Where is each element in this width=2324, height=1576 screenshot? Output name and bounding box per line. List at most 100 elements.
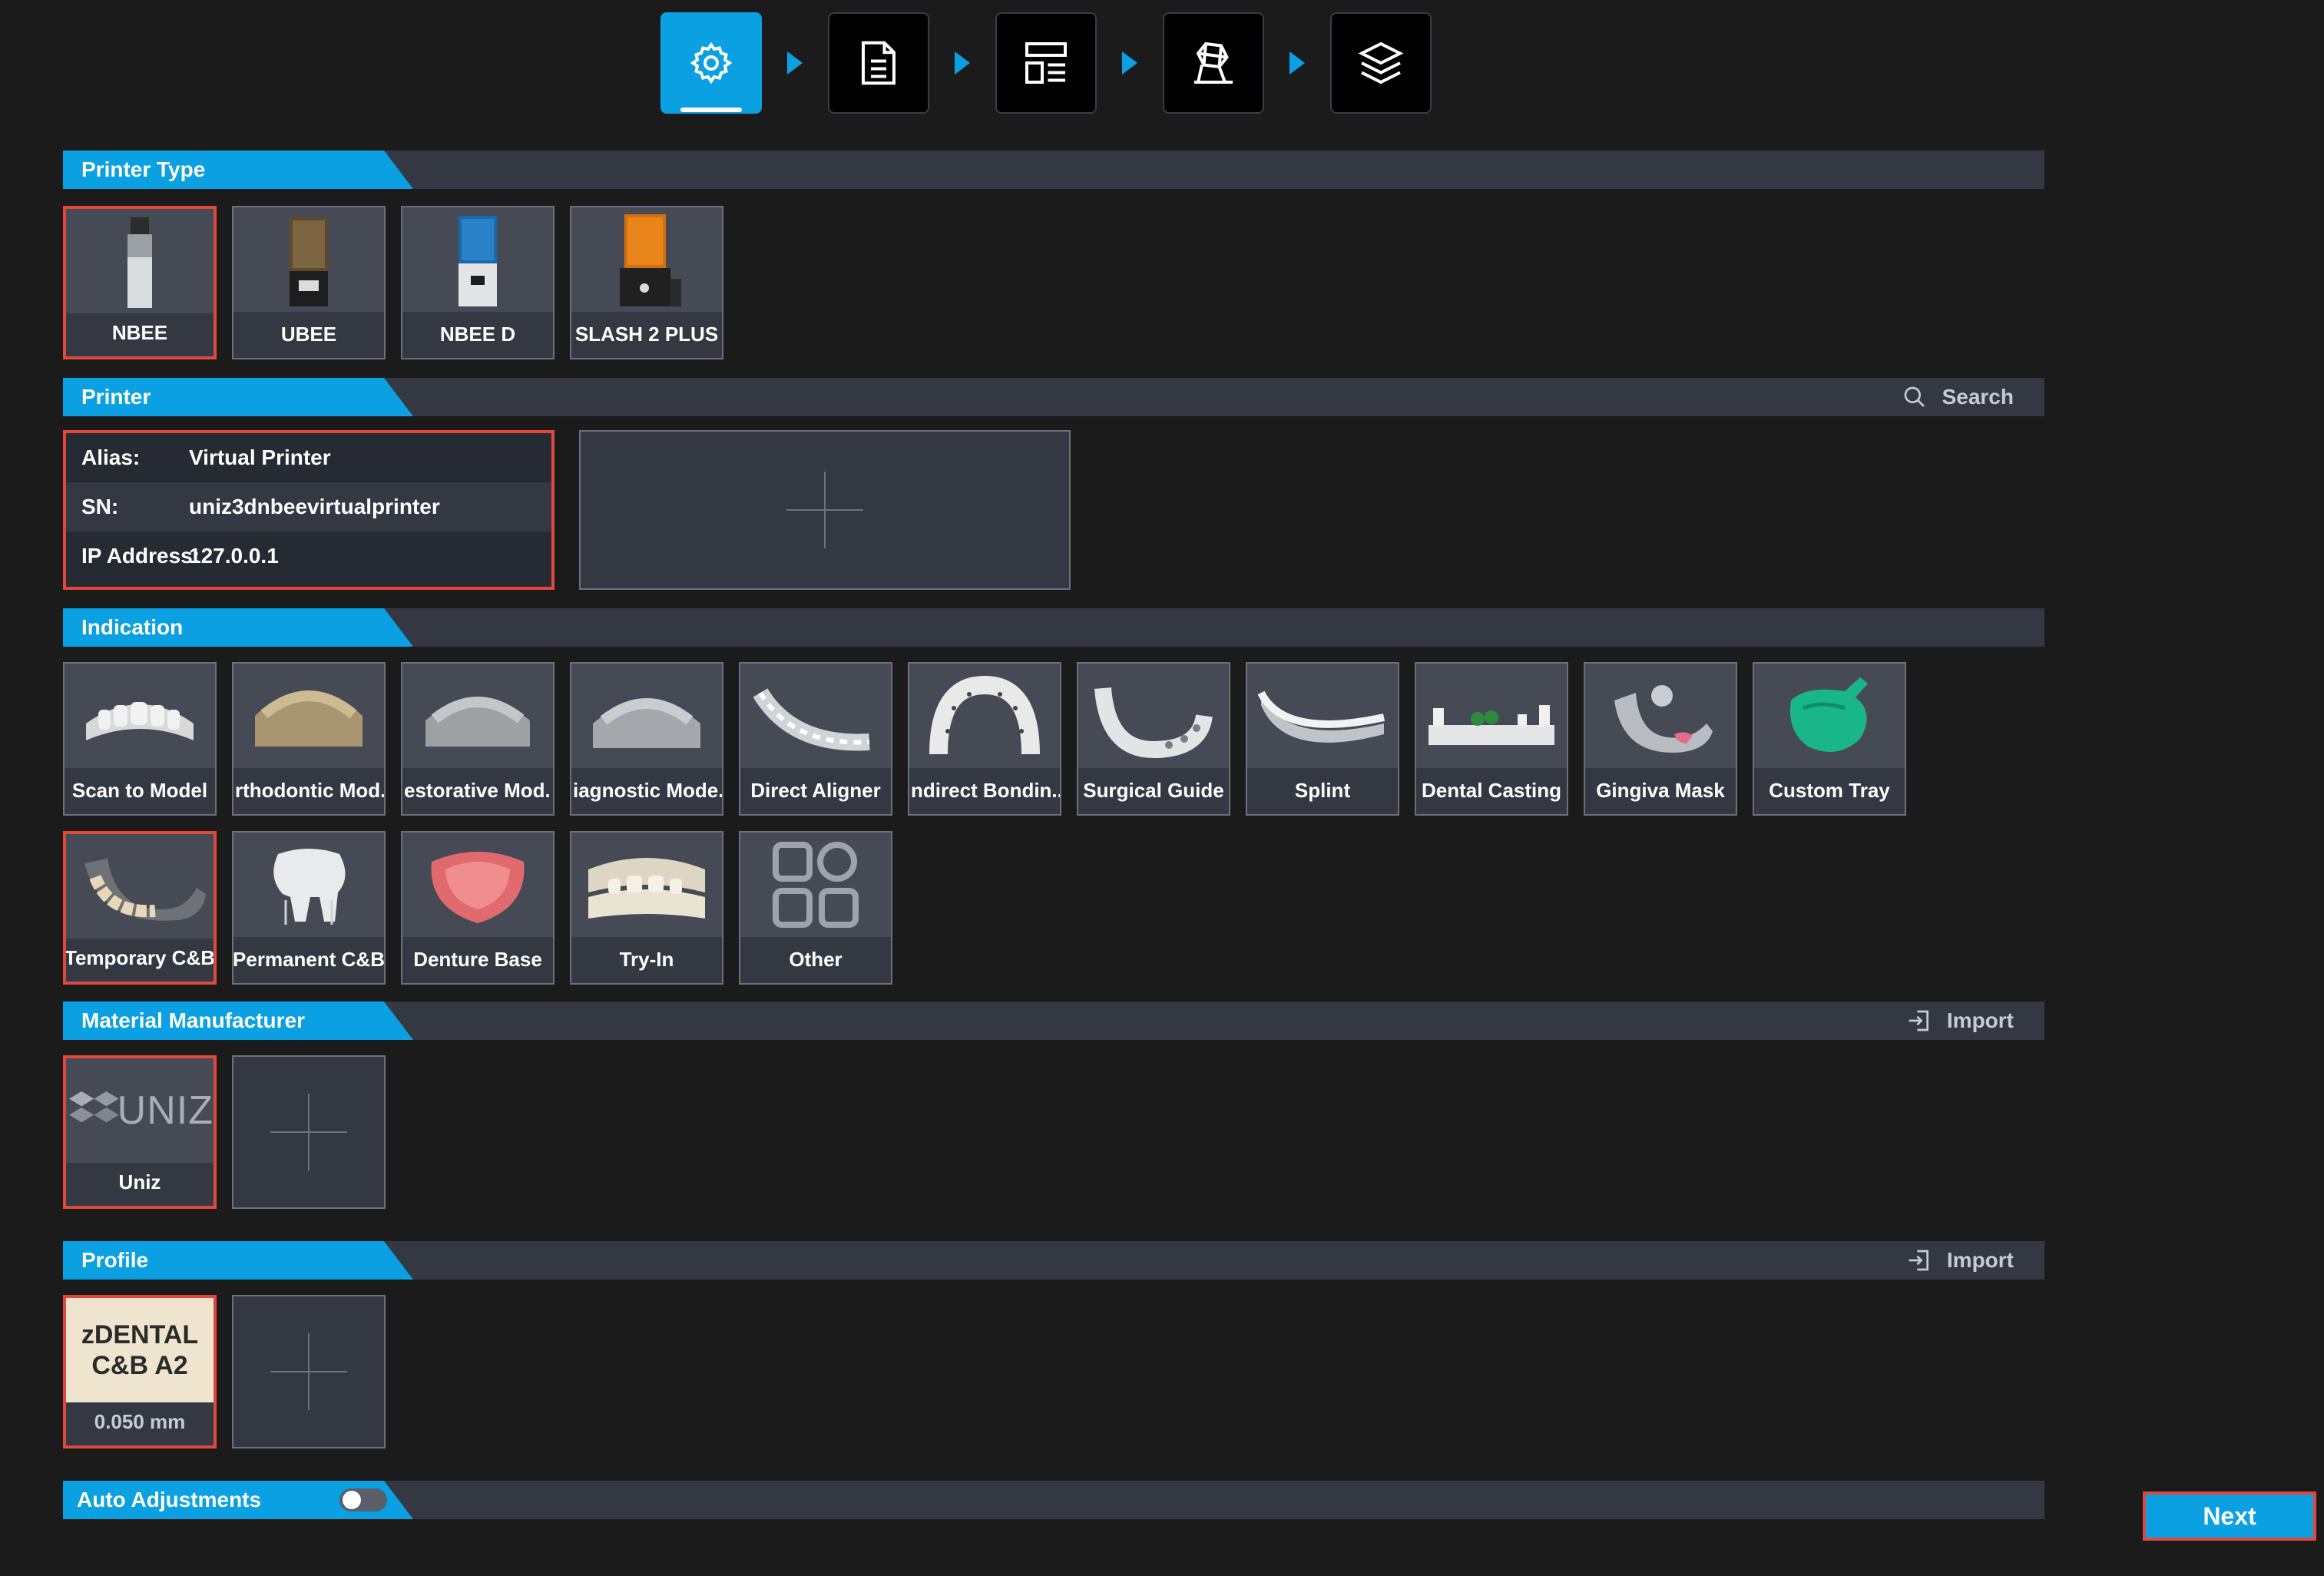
step-arrow — [1264, 51, 1330, 74]
indication-thumbnail — [1078, 664, 1229, 768]
indication-label: Permanent C&B — [233, 947, 384, 971]
printer-thumbnail — [233, 207, 384, 312]
step-file[interactable] — [828, 12, 929, 114]
step-layout[interactable] — [995, 12, 1097, 114]
indication-gingiva-mask[interactable]: Gingiva Mask — [1584, 662, 1737, 816]
profile-thickness: 0.050 mm — [94, 1409, 186, 1433]
indication-restorative-model[interactable]: estorative Mod. — [401, 662, 555, 816]
manufacturer-label: Uniz — [118, 1170, 161, 1194]
import-label: Import — [1946, 1248, 2014, 1272]
uniz-logo-text: UNIZ — [117, 1088, 214, 1133]
step-arrow — [929, 51, 995, 74]
import-icon — [1909, 1010, 1928, 1031]
step-bar — [660, 12, 1432, 114]
settings-icon — [690, 41, 733, 84]
search-button[interactable]: Search — [1902, 378, 2014, 416]
import-profile-button[interactable]: Import — [1907, 1241, 2014, 1280]
printer-type-slash-2-plus[interactable]: SLASH 2 PLUS — [570, 206, 723, 359]
profile-thumbnail: zDENTAL C&B A2 — [66, 1298, 214, 1402]
section-printer: Printer Search — [63, 378, 2044, 416]
indication-surgical-guide[interactable]: Surgical Guide — [1077, 662, 1230, 816]
sn-value: uniz3dnbeevirtualprinter — [189, 495, 440, 518]
printer-card-virtual-printer[interactable]: Alias: Virtual Printer SN: uniz3dnbeevir… — [63, 430, 555, 590]
indication-direct-aligner[interactable]: Direct Aligner — [739, 662, 892, 816]
indication-splint[interactable]: Splint — [1246, 662, 1399, 816]
section-title: Printer — [81, 385, 151, 409]
profile-name-line1: zDENTAL — [81, 1320, 199, 1349]
indication-label: iagnostic Mode. — [573, 778, 722, 802]
indication-label: Other — [789, 947, 843, 971]
printer-ip-row: IP Address: 127.0.0.1 — [66, 531, 551, 581]
plus-icon — [270, 1333, 347, 1410]
printer-type-ubee[interactable]: UBEE — [232, 206, 386, 359]
add-profile-button[interactable] — [232, 1295, 386, 1449]
add-manufacturer-button[interactable] — [232, 1055, 386, 1209]
profile-zdental-cb-a2[interactable]: zDENTAL C&B A2 0.050 mm — [63, 1295, 217, 1449]
section-title: Profile — [81, 1248, 149, 1272]
printer-type-label: SLASH 2 PLUS — [574, 322, 719, 346]
profile-name-line2: C&B A2 — [91, 1351, 188, 1380]
indication-label: Try-In — [619, 947, 674, 971]
indication-thumbnail — [740, 664, 891, 768]
indication-dental-casting[interactable]: Dental Casting — [1415, 662, 1568, 816]
section-material-manufacturer: Material Manufacturer Import — [63, 1002, 2044, 1040]
indication-thumbnail — [402, 833, 553, 937]
printer-type-nbee-d[interactable]: NBEE D — [401, 206, 555, 359]
step-arrow — [762, 51, 828, 74]
step-slice[interactable] — [1330, 12, 1432, 114]
printer-alias-row: Alias: Virtual Printer — [66, 433, 551, 482]
import-label: Import — [1946, 1008, 2014, 1032]
indication-scan-to-model[interactable]: Scan to Model — [63, 662, 217, 816]
section-title: Indication — [81, 615, 184, 639]
indication-thumbnail — [402, 664, 553, 768]
other-icon — [740, 833, 891, 937]
printer-thumbnail — [66, 209, 214, 313]
indication-orthodontic-model[interactable]: rthodontic Mod. — [232, 662, 386, 816]
section-title: Printer Type — [81, 157, 206, 181]
toggle-knob — [343, 1491, 361, 1509]
search-label: Search — [1942, 385, 2014, 409]
section-auto-adjustments: Auto Adjustments — [63, 1481, 2044, 1519]
manufacturer-uniz[interactable]: UNIZ Uniz — [63, 1055, 217, 1209]
section-title: Auto Adjustments — [77, 1488, 262, 1511]
ip-value: 127.0.0.1 — [189, 544, 279, 568]
alias-value: Virtual Printer — [189, 445, 331, 469]
printer-sn-row: SN: uniz3dnbeevirtualprinter — [66, 482, 551, 531]
printer-type-nbee[interactable]: NBEE — [63, 206, 217, 359]
indication-thumbnail — [571, 664, 722, 768]
indication-thumbnail — [909, 664, 1060, 768]
plus-icon — [786, 472, 863, 548]
indication-thumbnail — [571, 833, 722, 937]
layout-icon — [1025, 42, 1067, 84]
indication-temporary-cb[interactable]: Temporary C&B — [63, 831, 217, 985]
indication-thumbnail — [66, 834, 214, 939]
section-indication: Indication — [63, 608, 2044, 647]
indication-denture-base[interactable]: Denture Base — [401, 831, 555, 985]
indication-label: estorative Mod. — [404, 778, 551, 802]
printer-type-label: UBEE — [280, 322, 337, 346]
indication-label: rthodontic Mod. — [235, 778, 384, 802]
import-icon — [1909, 1250, 1928, 1271]
printer-thumbnail — [402, 207, 553, 312]
indication-thumbnail — [233, 664, 384, 768]
add-printer-button[interactable] — [579, 430, 1071, 590]
indication-indirect-bonding[interactable]: ndirect Bondin.. — [908, 662, 1061, 816]
indication-label: Custom Tray — [1769, 778, 1890, 802]
printer-type-label: NBEE — [111, 320, 168, 344]
indication-label: Direct Aligner — [750, 778, 881, 802]
search-icon — [1904, 386, 1925, 407]
section-title: Material Manufacturer — [81, 1008, 305, 1032]
plus-icon — [270, 1094, 347, 1170]
indication-thumbnail — [1754, 664, 1905, 768]
indication-thumbnail — [65, 664, 215, 768]
indication-other[interactable]: Other — [739, 831, 892, 985]
step-support[interactable] — [1163, 12, 1264, 114]
indication-diagnostic-model[interactable]: iagnostic Mode. — [570, 662, 723, 816]
step-settings[interactable] — [660, 12, 762, 114]
auto-adjustments-toggle[interactable] — [339, 1488, 387, 1511]
import-manufacturer-button[interactable]: Import — [1907, 1002, 2014, 1040]
indication-custom-tray[interactable]: Custom Tray — [1753, 662, 1906, 816]
next-button[interactable]: Next — [2143, 1492, 2316, 1541]
indication-try-in[interactable]: Try-In — [570, 831, 723, 985]
indication-permanent-cb[interactable]: Permanent C&B — [232, 831, 386, 985]
